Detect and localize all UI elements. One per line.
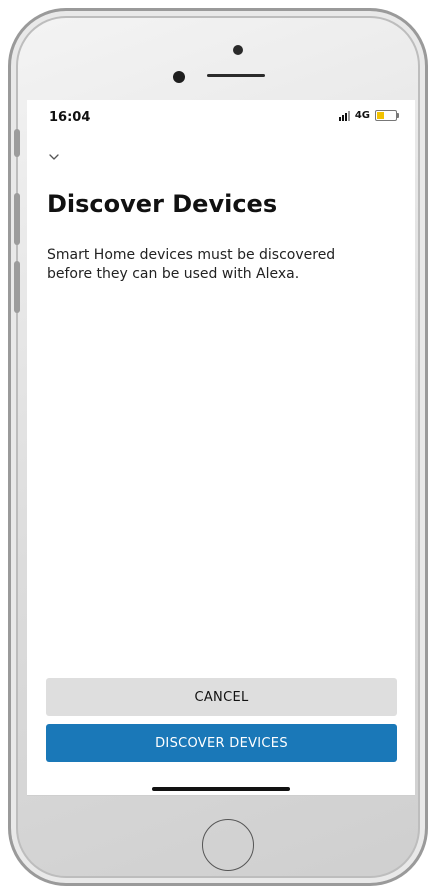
app-screen: 16:04 4G Discover Devices Smart Home dev… xyxy=(27,100,415,796)
battery-level xyxy=(377,112,384,119)
status-indicators: 4G xyxy=(338,110,399,121)
status-time: 16:04 xyxy=(49,110,91,125)
status-bar: 16:04 4G xyxy=(27,100,415,136)
volume-up-button xyxy=(14,193,20,245)
cancel-button[interactable]: CANCEL xyxy=(46,678,397,716)
chevron-down-icon[interactable] xyxy=(47,152,61,162)
page-description: Smart Home devices must be discovered be… xyxy=(47,247,336,282)
discover-devices-button[interactable]: DISCOVER DEVICES xyxy=(46,724,397,762)
earpiece-speaker xyxy=(207,74,265,77)
home-button[interactable] xyxy=(202,819,254,871)
mute-switch xyxy=(14,129,20,157)
proximity-sensor xyxy=(173,71,185,83)
network-type: 4G xyxy=(354,110,370,121)
page-title: Discover Devices xyxy=(47,190,278,218)
volume-down-button xyxy=(14,261,20,313)
front-camera xyxy=(233,45,243,55)
signal-icon xyxy=(338,110,350,121)
home-indicator xyxy=(152,787,290,791)
screen-divider xyxy=(27,795,415,796)
battery-icon xyxy=(375,110,399,121)
